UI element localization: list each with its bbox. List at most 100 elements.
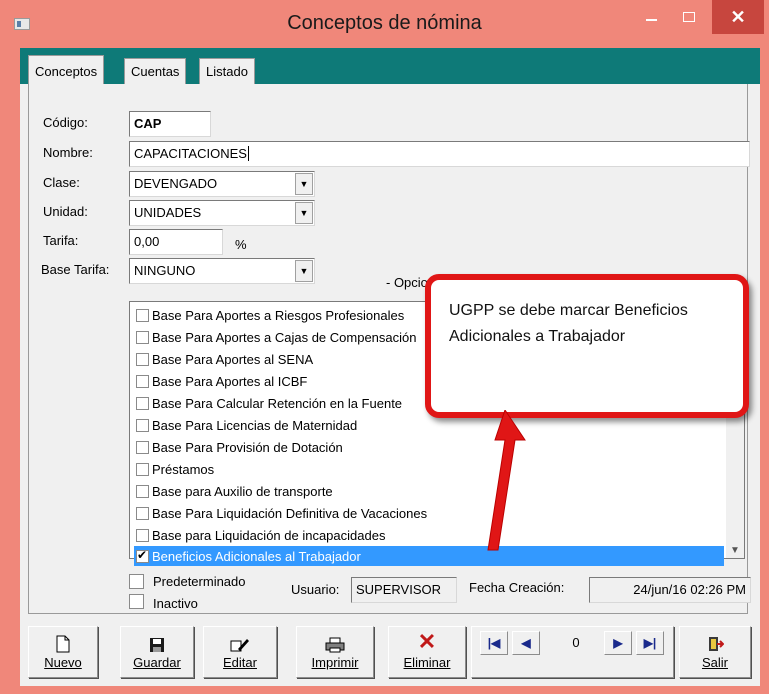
list-item[interactable]: Base Para Provisión de Dotación <box>136 437 726 457</box>
tab-cuentas[interactable]: Cuentas <box>124 58 187 84</box>
inactivo-label: Inactivo <box>153 596 198 611</box>
eliminar-button[interactable]: ✕ Eliminar <box>388 626 466 678</box>
tarifa-label: Tarifa: <box>43 233 79 248</box>
checkbox[interactable] <box>136 396 149 410</box>
printer-icon <box>325 627 345 653</box>
first-record-icon: |◀ <box>487 636 501 650</box>
fecha-label: Fecha Creación: <box>469 580 565 595</box>
usuario-label: Usuario: <box>291 582 340 597</box>
previous-record-icon: ◀ <box>521 636 531 650</box>
list-item[interactable]: Base para Auxilio de transporte <box>136 481 726 501</box>
eliminar-label: Eliminar <box>403 655 451 670</box>
codigo-field[interactable]: CAP <box>129 111 211 137</box>
minimize-icon <box>645 19 657 21</box>
checkbox[interactable] <box>136 506 149 520</box>
nombre-field[interactable]: CAPACITACIONES <box>129 141 750 167</box>
inactivo-checkbox[interactable] <box>129 594 144 609</box>
maximize-button[interactable] <box>672 0 706 34</box>
tarifa-field[interactable]: 0,00 <box>129 229 223 255</box>
record-navigator: |◀ ◀ 0 ▶ ▶| <box>471 626 674 678</box>
bottom-toolbar: Nuevo Guardar Editar Imprimir ✕ Eliminar… <box>20 620 760 686</box>
edit-icon <box>230 627 250 653</box>
last-record-icon: ▶| <box>643 636 657 650</box>
base-tarifa-value: NINGUNO <box>134 263 196 278</box>
imprimir-label: Imprimir <box>311 655 359 670</box>
save-icon <box>149 627 165 653</box>
clase-value: DEVENGADO <box>134 176 218 191</box>
imprimir-button[interactable]: Imprimir <box>296 626 374 678</box>
checkbox[interactable] <box>136 418 149 432</box>
checkbox-checked[interactable] <box>136 548 149 563</box>
option-label: Base Para Licencias de Maternidad <box>152 417 358 433</box>
next-record-button[interactable]: ▶ <box>604 631 632 655</box>
app-window: Conceptos de nómina ✕ Conceptos Cuentas … <box>0 0 769 694</box>
first-record-button[interactable]: |◀ <box>480 631 508 655</box>
usuario-field: SUPERVISOR <box>351 577 457 603</box>
predeterminado-checkbox[interactable] <box>129 574 144 589</box>
clase-label: Clase: <box>43 175 80 190</box>
unidad-label: Unidad: <box>43 204 88 219</box>
base-tarifa-select[interactable]: NINGUNO ▼ <box>129 258 315 284</box>
list-item[interactable]: Préstamos <box>136 459 726 479</box>
option-label: Beneficios Adicionales al Trabajador <box>152 548 361 564</box>
nombre-value: CAPACITACIONES <box>134 146 247 161</box>
list-item[interactable]: Base Para Licencias de Maternidad <box>136 415 726 435</box>
checkbox[interactable] <box>136 374 149 388</box>
option-label: Base Para Calcular Retención en la Fuent… <box>152 395 403 411</box>
record-number: 0 <box>572 635 580 650</box>
editar-label: Editar <box>223 655 257 670</box>
next-record-icon: ▶ <box>613 636 623 650</box>
predeterminado-label: Predeterminado <box>153 574 246 589</box>
unidad-select[interactable]: UNIDADES ▼ <box>129 200 315 226</box>
codigo-label: Código: <box>43 115 88 130</box>
previous-record-button[interactable]: ◀ <box>512 631 540 655</box>
annotation-callout: UGPP se debe marcar Beneficios Adicional… <box>425 274 749 418</box>
tab-listado[interactable]: Listado <box>199 58 255 84</box>
option-label: Base para Liquidación de incapacidades <box>152 527 386 543</box>
chevron-down-icon[interactable]: ▼ <box>295 173 313 195</box>
chevron-down-icon[interactable]: ▼ <box>295 260 313 282</box>
option-label: Préstamos <box>152 461 215 477</box>
checkbox[interactable] <box>136 308 149 322</box>
annotation-arrow-icon <box>487 410 526 551</box>
option-label: Base Para Aportes al SENA <box>152 351 314 367</box>
minimize-button[interactable] <box>634 0 668 34</box>
fecha-field: 24/jun/16 02:26 PM <box>589 577 751 603</box>
tarifa-unit: % <box>235 237 247 252</box>
list-item-selected[interactable]: Beneficios Adicionales al Trabajador <box>134 546 724 566</box>
tab-strip: Conceptos Cuentas Listado <box>20 48 760 84</box>
tab-conceptos[interactable]: Conceptos <box>28 55 105 84</box>
last-record-button[interactable]: ▶| <box>636 631 664 655</box>
chevron-down-icon[interactable]: ▼ <box>295 202 313 224</box>
base-tarifa-label: Base Tarifa: <box>41 262 110 277</box>
new-document-icon <box>56 627 70 653</box>
nuevo-button[interactable]: Nuevo <box>28 626 98 678</box>
checkbox[interactable] <box>136 352 149 366</box>
option-label: Base Para Liquidación Definitiva de Vaca… <box>152 505 428 521</box>
nombre-label: Nombre: <box>43 145 93 160</box>
option-label: Base Para Aportes al ICBF <box>152 373 308 389</box>
title-bar[interactable]: Conceptos de nómina ✕ <box>0 0 769 48</box>
list-item[interactable]: Base para Liquidación de incapacidades <box>136 525 726 545</box>
close-button[interactable]: ✕ <box>712 0 764 34</box>
option-label: Base para Auxilio de transporte <box>152 483 333 499</box>
close-icon: ✕ <box>730 6 746 27</box>
unidad-value: UNIDADES <box>134 205 202 220</box>
option-label: Base Para Provisión de Dotación <box>152 439 343 455</box>
editar-button[interactable]: Editar <box>203 626 277 678</box>
checkbox[interactable] <box>136 484 149 498</box>
nuevo-label: Nuevo <box>44 655 82 670</box>
salir-button[interactable]: Salir <box>679 626 751 678</box>
checkbox[interactable] <box>136 462 149 476</box>
exit-door-icon <box>706 627 724 653</box>
option-label: Base Para Aportes a Riesgos Profesionale… <box>152 307 405 323</box>
list-item[interactable]: Base Para Liquidación Definitiva de Vaca… <box>136 503 726 523</box>
guardar-label: Guardar <box>133 655 181 670</box>
checkbox[interactable] <box>136 440 149 454</box>
checkbox[interactable] <box>136 330 149 344</box>
guardar-button[interactable]: Guardar <box>120 626 194 678</box>
scroll-down-icon[interactable]: ▼ <box>726 545 744 556</box>
clase-select[interactable]: DEVENGADO ▼ <box>129 171 315 197</box>
maximize-icon <box>683 12 695 22</box>
checkbox[interactable] <box>136 528 149 542</box>
